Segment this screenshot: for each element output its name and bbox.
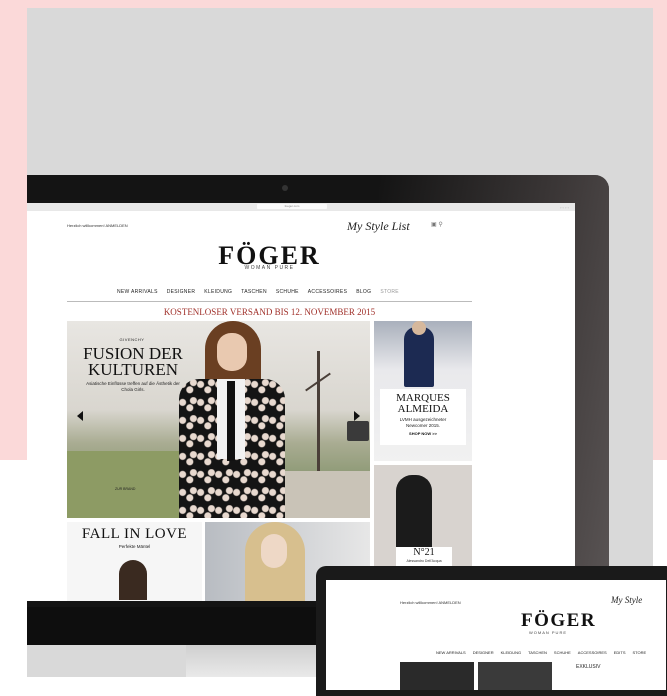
nav-item-store[interactable]: STORE [380,289,399,295]
teaser-text-line2: Newcomer 2015. [405,423,441,428]
laptop-nav-new-arrivals[interactable]: NEW ARRIVALS [436,650,466,655]
camera-icon [282,185,288,191]
nav-divider [67,301,472,302]
nav-item-schuhe[interactable]: SCHUHE [276,289,299,295]
main-navigation: NEW ARRIVALS DESIGNER KLEIDUNG TASCHEN S… [117,289,399,295]
nav-item-blog[interactable]: BLOG [356,289,371,295]
n21-text: Alessandro Dell'Acqua [406,559,442,563]
n21-model [396,475,432,555]
laptop-navigation: NEW ARRIVALS DESIGNER KLEIDUNG TASCHEN S… [436,650,646,655]
teaser-card: MARQUES ALMEIDA LVMH ausgezeichneter New… [380,389,466,445]
laptop-nav-schuhe[interactable]: SCHUHE [554,650,571,655]
laptop-nav-taschen[interactable]: TASCHEN [528,650,547,655]
laptop-promo[interactable]: EXKLUSIV [576,664,600,670]
hero-title: FUSION DER KULTUREN [75,345,191,379]
laptop-image-2[interactable] [478,662,552,690]
laptop-nav-edits[interactable]: EDITS [614,650,626,655]
my-style-list-link[interactable]: My Style List [347,219,410,234]
fall-in-love-teaser[interactable]: FALL IN LOVE Perfekte Mäntel [67,522,202,601]
nav-item-taschen[interactable]: TASCHEN [241,289,267,295]
laptop-screen: Herzlich willkommen! ANMELDEN My Style F… [326,580,666,690]
browser-chrome: foeger.com ◦ ◦ ◦ ◦ [27,203,575,211]
search-icon[interactable]: ⚲ [438,222,442,228]
laptop-logo-subtitle: WOMAN PURE [529,630,567,635]
laptop-site-logo[interactable]: FÖGER [521,610,596,632]
shop-now-link[interactable]: SHOP NOW >> [380,431,466,436]
hero-car [347,421,369,441]
hero-field [67,451,187,518]
teaser-title-line2: ALMEIDA [397,403,449,415]
hero-cta-link[interactable]: ZUR BRAND [115,487,135,491]
laptop-image-1[interactable] [400,662,474,690]
welcome-login-link[interactable]: Herzlich willkommen! ANMELDEN [67,223,128,228]
laptop-nav-accessoires[interactable]: ACCESSOIRES [578,650,607,655]
n21-title: N°21 [413,547,435,558]
blonde-model-face [261,534,287,568]
imac-screen: foeger.com ◦ ◦ ◦ ◦ Herzlich willkommen! … [27,203,575,601]
arrow-right-icon[interactable] [354,411,360,421]
nav-item-designer[interactable]: DESIGNER [167,289,196,295]
marques-almeida-teaser[interactable]: MARQUES ALMEIDA LVMH ausgezeichneter New… [374,321,472,461]
header-tools: ▣ ⚲ [431,221,443,228]
n21-card: N°21 Alessandro Dell'Acqua [396,547,452,567]
hero-banner[interactable]: GIVENCHY FUSION DER KULTUREN Asiatische … [67,321,370,518]
nav-item-accessoires[interactable]: ACCESSOIRES [308,289,347,295]
teaser-title: MARQUES ALMEIDA [380,393,466,415]
browser-controls-icon[interactable]: ◦ ◦ ◦ ◦ [560,205,569,210]
model-face [217,333,247,371]
hero-brand: GIVENCHY [119,337,145,342]
promo-banner[interactable]: KOSTENLOSER VERSAND BIS 12. NOVEMBER 201… [27,307,512,317]
address-bar[interactable]: foeger.com [257,204,327,209]
nav-item-kleidung[interactable]: KLEIDUNG [204,289,232,295]
fall-subtitle: Perfekte Mäntel [118,544,151,549]
arrow-left-icon[interactable] [77,411,83,421]
laptop-nav-kleidung[interactable]: KLEIDUNG [501,650,521,655]
model-tie [227,381,235,461]
hero-text: Asiatische Einflüsse treffen auf die Äst… [86,381,180,392]
fall-model [119,560,147,600]
bag-icon[interactable]: ▣ [431,222,437,228]
laptop-nav-designer[interactable]: DESIGNER [473,650,494,655]
nav-item-new-arrivals[interactable]: NEW ARRIVALS [117,289,158,295]
runway-model-head [412,321,426,335]
fall-title: FALL IN LOVE [81,526,188,542]
hero-title-line2: KULTUREN [87,360,179,379]
hero-tree [317,351,320,471]
teaser-text: LVMH ausgezeichneter Newcomer 2015. [380,417,466,429]
n21-teaser[interactable]: N°21 Alessandro Dell'Acqua [374,465,472,575]
laptop-welcome-link[interactable]: Herzlich willkommen! ANMELDEN [400,600,461,605]
site-logo-subtitle: WOMAN PURE [244,265,295,271]
laptop-my-style-link[interactable]: My Style [611,595,642,605]
runway-model [404,327,434,387]
laptop-nav-store[interactable]: STORE [632,650,646,655]
